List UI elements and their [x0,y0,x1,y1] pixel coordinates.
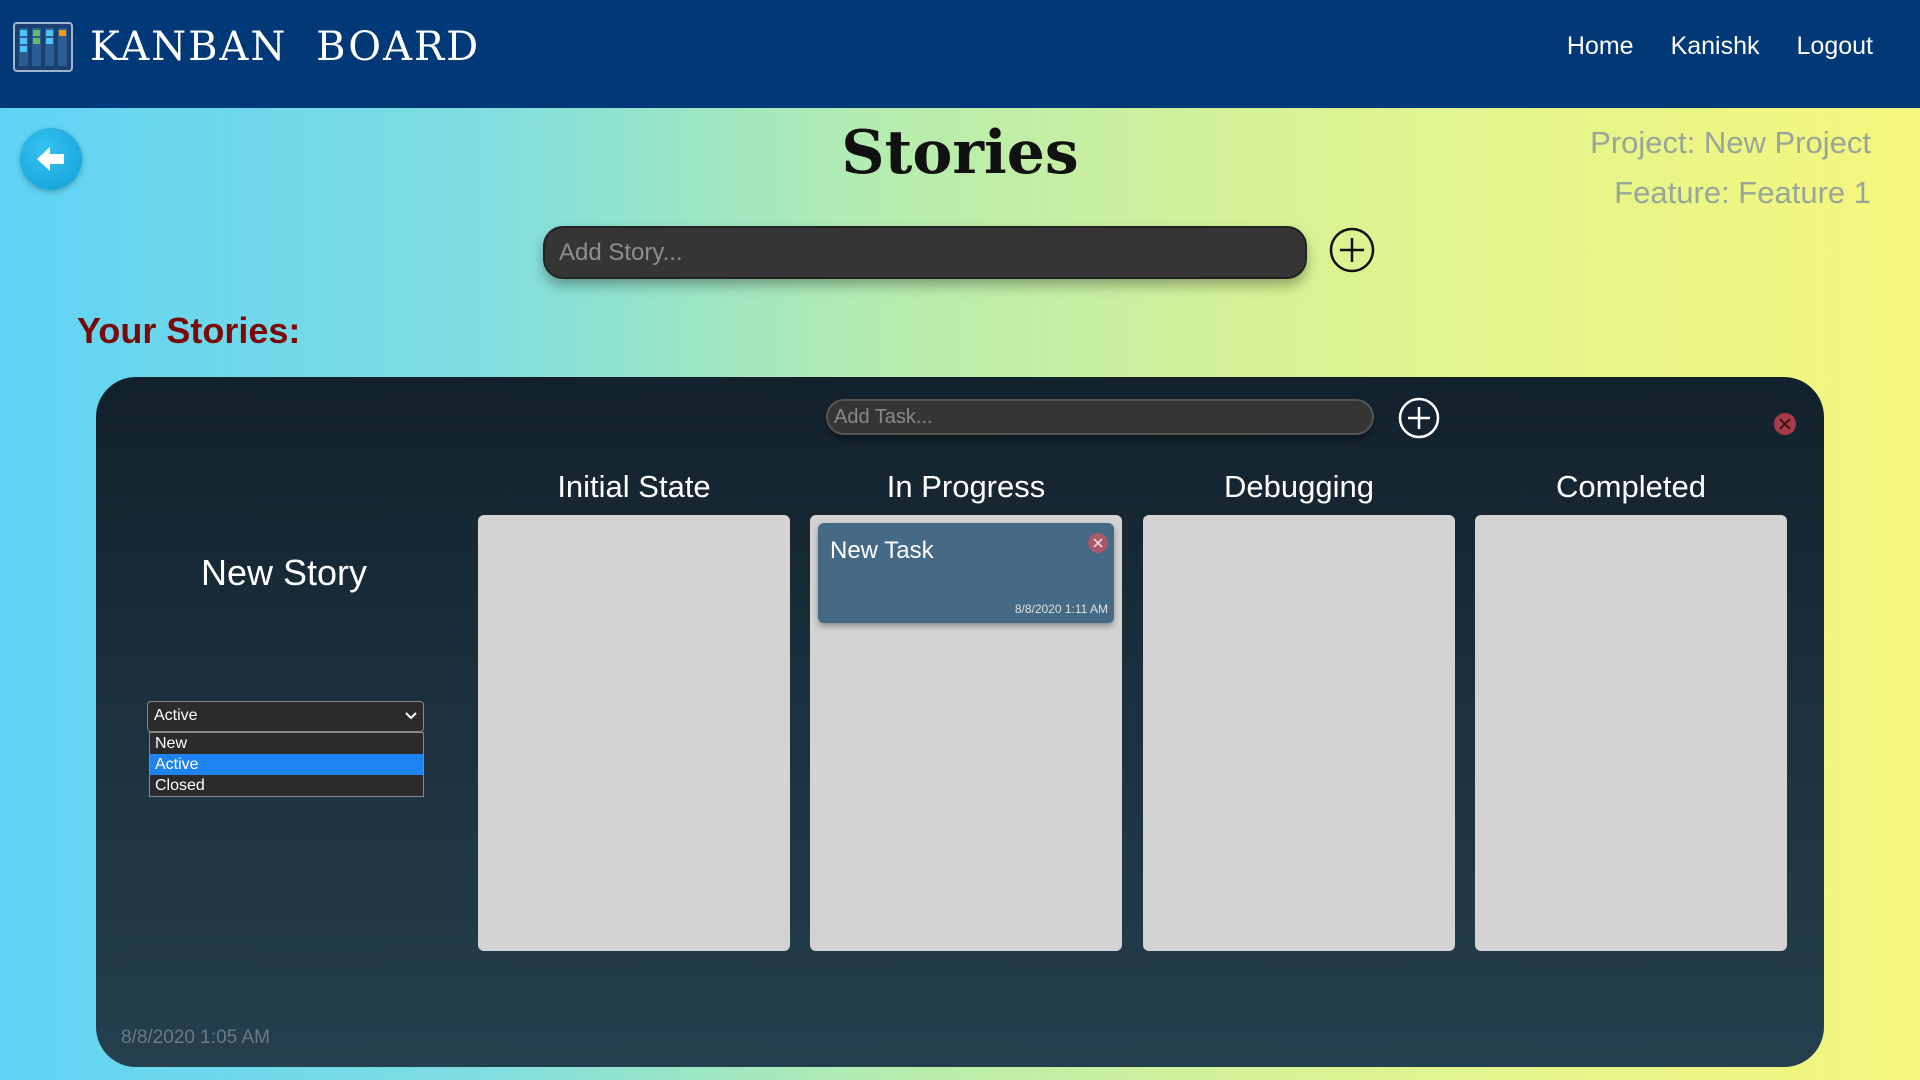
your-stories-heading: Your Stories: [77,310,301,351]
kanban-board-icon [13,22,73,72]
column-completed[interactable] [1475,515,1787,951]
feature-label: Feature: Feature 1 [1614,175,1871,210]
task-date: 8/8/2020 1:11 AM [1014,602,1108,616]
story-name: New Story [200,552,368,593]
status-option-new[interactable]: New [150,733,423,754]
column-in-progress[interactable]: New Task 8/8/2020 1:11 AM [810,515,1122,951]
status-options-list: New Active Closed [149,732,424,797]
column-title-in-progress: In Progress [886,469,1046,504]
add-story-button[interactable] [1329,227,1375,273]
column-title-debugging: Debugging [1224,469,1374,504]
column-title-completed: Completed [1556,469,1706,504]
column-debugging[interactable] [1143,515,1455,951]
navbar: KANBAN BOARD Home Kanishk Logout [0,0,1920,108]
story-card: New Story Active New Active Closed Initi… [96,377,1824,1067]
chevron-down-icon [405,712,417,720]
add-task-input[interactable] [826,399,1374,435]
nav-logout-link[interactable]: Logout [1797,32,1873,61]
task-card[interactable]: New Task 8/8/2020 1:11 AM [818,523,1114,623]
delete-story-button[interactable] [1774,413,1796,435]
task-title: New Task [830,537,934,564]
status-option-active[interactable]: Active [150,754,423,775]
add-story-input[interactable] [543,226,1307,279]
close-icon [1093,538,1103,548]
brand-title: KANBAN BOARD [90,24,481,70]
delete-task-button[interactable] [1088,533,1108,553]
column-title-initial-state: Initial State [557,469,711,504]
close-icon [1779,418,1791,430]
status-select-box[interactable]: Active [147,701,424,732]
column-initial-state[interactable] [478,515,790,951]
nav-links: Home Kanishk Logout [1567,32,1873,61]
story-status-select[interactable]: Active New Active Closed [147,701,424,797]
nav-home-link[interactable]: Home [1567,32,1634,61]
status-selected-value: Active [154,707,198,724]
status-option-closed[interactable]: Closed [150,775,423,796]
project-label: Project: New Project [1590,125,1871,160]
story-created-date: 8/8/2020 1:05 AM [121,1027,270,1048]
add-task-button[interactable] [1398,397,1440,439]
project-info: Project: New Project Feature: Feature 1 [1590,118,1871,218]
nav-user-link[interactable]: Kanishk [1671,32,1760,61]
